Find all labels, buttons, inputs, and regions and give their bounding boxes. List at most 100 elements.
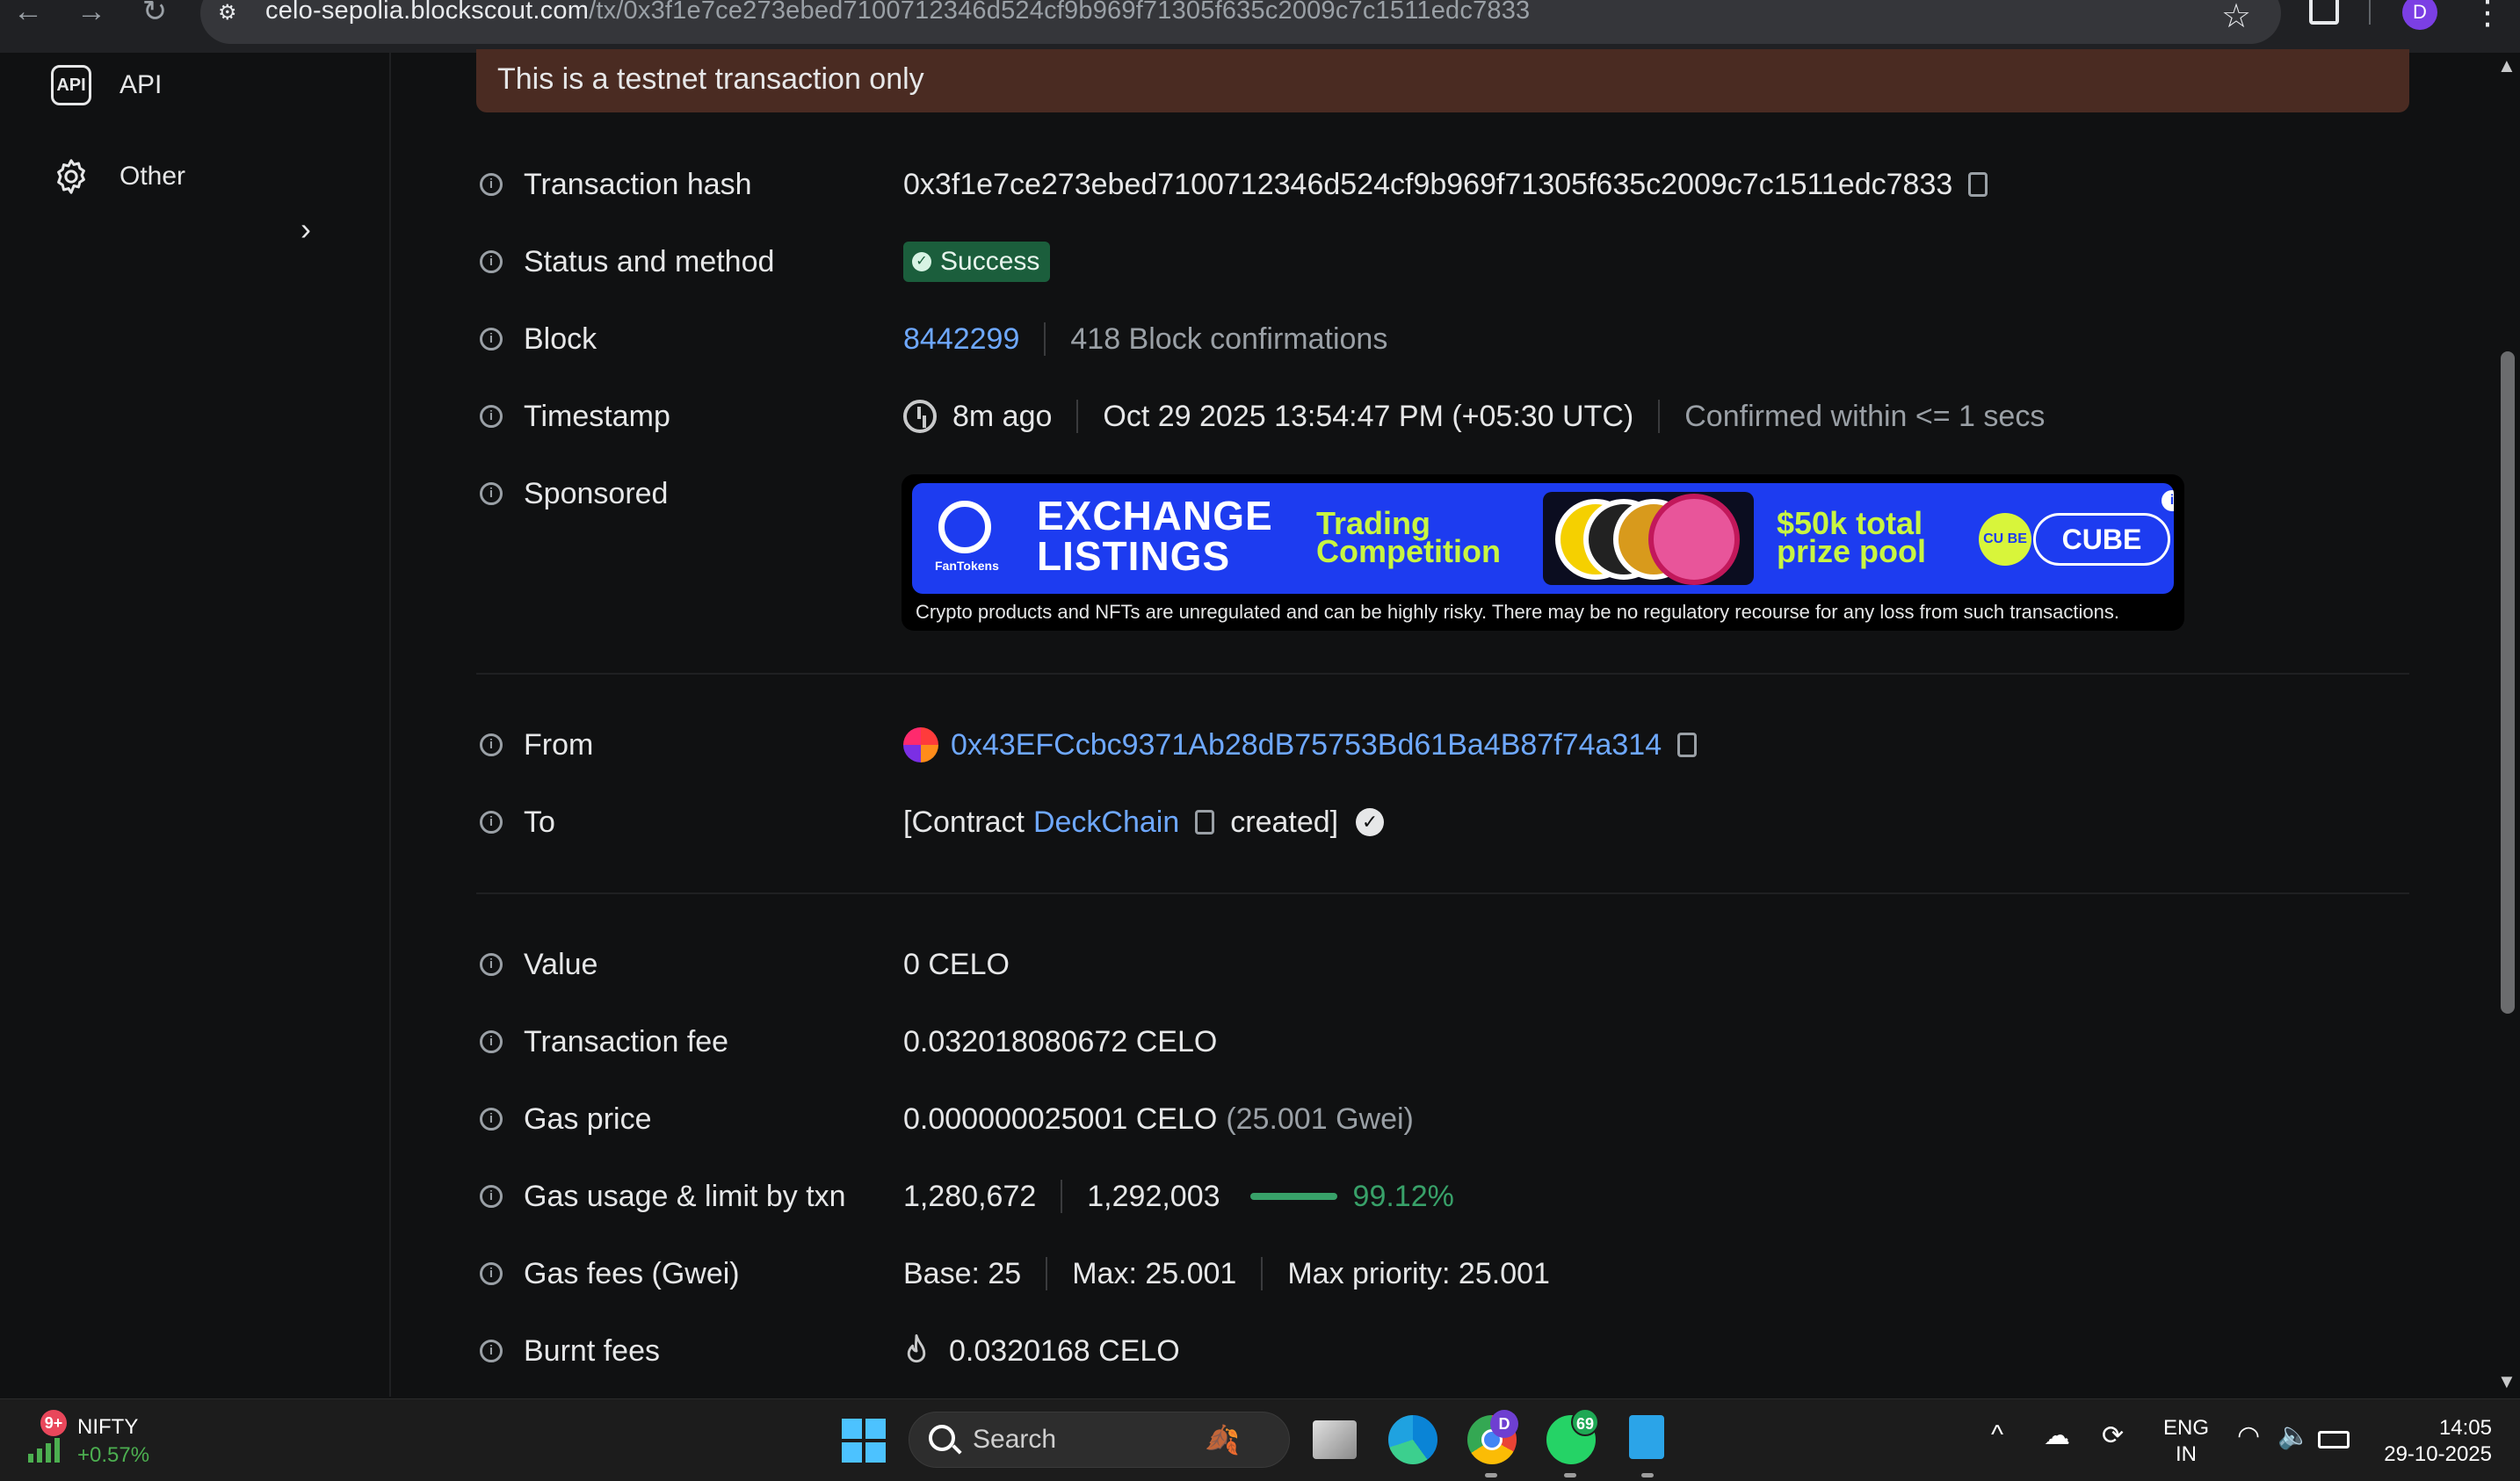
ad-sub-2: Competition xyxy=(1316,533,1501,569)
to-suffix: created] xyxy=(1230,805,1339,839)
nifty-name: NIFTY xyxy=(77,1415,139,1439)
clock-date: 29-10-2025 xyxy=(2384,1442,2492,1466)
ad-info-icon[interactable]: i xyxy=(2162,490,2174,511)
gas-price-value-wrap: 0.000000025001 CELO (25.001 Gwei) xyxy=(903,1094,1414,1144)
gas-fees-row: i Gas fees (Gwei) xyxy=(480,1249,740,1298)
url-domain: celo-sepolia.blockscout.com xyxy=(265,0,590,25)
block-number-link[interactable]: 8442299 xyxy=(903,322,1019,357)
fee-label: Transaction fee xyxy=(524,1024,729,1058)
profile-avatar[interactable]: D xyxy=(2402,0,2437,30)
copy-icon[interactable] xyxy=(1968,172,1988,197)
copy-icon[interactable] xyxy=(1195,810,1215,834)
gas-fee-priority: Max priority: 25.001 xyxy=(1287,1256,1550,1290)
edge-icon[interactable] xyxy=(1388,1415,1437,1464)
notification-badge: 9+ xyxy=(40,1410,67,1436)
cube-button[interactable]: CUBE xyxy=(2033,513,2170,566)
site-settings-icon[interactable]: ⚙ xyxy=(218,0,244,25)
info-icon[interactable]: i xyxy=(480,1340,503,1362)
scroll-down-icon[interactable]: ▼ xyxy=(2497,1370,2516,1393)
browser-toolbar: ← → ↻ ⚙ celo-sepolia.blockscout.com/tx/0… xyxy=(0,0,2520,53)
info-icon[interactable]: i xyxy=(480,1030,503,1053)
info-icon[interactable]: i xyxy=(480,250,503,273)
browser-menu-icon[interactable]: ⋮ xyxy=(2471,0,2504,33)
ad-prize-2: prize pool xyxy=(1777,533,1926,569)
to-prefix: [Contract xyxy=(903,805,1025,839)
flame-icon xyxy=(907,1334,926,1363)
info-icon[interactable]: i xyxy=(480,953,503,976)
sponsored-label: Sponsored xyxy=(524,476,669,510)
forward-icon[interactable]: → xyxy=(70,0,112,26)
gas-fees-value-wrap: Base: 25 Max: 25.001 Max priority: 25.00… xyxy=(903,1249,1550,1298)
value-value: 0 CELO xyxy=(903,947,1010,981)
info-icon[interactable]: i xyxy=(480,1108,503,1131)
sync-icon[interactable]: ⟳ xyxy=(2102,1420,2124,1451)
onedrive-icon[interactable]: ☁ xyxy=(2044,1420,2070,1451)
ad-creative[interactable]: FanTokens EXCHANGE LISTINGS Trading Comp… xyxy=(912,483,2174,594)
info-icon[interactable]: i xyxy=(480,811,503,834)
timestamp-label: Timestamp xyxy=(524,399,670,433)
section-divider xyxy=(476,673,2409,675)
sponsored-row: i Sponsored xyxy=(480,469,668,518)
divider xyxy=(1076,400,1079,433)
tx-hash-row: i Transaction hash xyxy=(480,160,752,209)
api-icon: API xyxy=(51,65,91,105)
info-icon[interactable]: i xyxy=(480,328,503,350)
burnt-fees-value: 0.0320168 CELO xyxy=(949,1333,1180,1368)
value-row: i Value xyxy=(480,940,597,989)
volume-icon[interactable]: 🔈 xyxy=(2277,1420,2310,1451)
tray-overflow-icon[interactable]: ^ xyxy=(1991,1420,2003,1450)
clock-time: 14:05 xyxy=(2438,1416,2492,1440)
running-indicator xyxy=(1641,1473,1654,1477)
battery-icon[interactable] xyxy=(2318,1431,2350,1448)
search-highlight-icon: 🍂 xyxy=(1205,1424,1240,1456)
chevron-right-icon[interactable]: › xyxy=(301,211,311,248)
lang-1: ENG xyxy=(2163,1416,2210,1440)
notepad-icon[interactable] xyxy=(1629,1415,1664,1459)
gas-price-label: Gas price xyxy=(524,1102,652,1136)
sidebar: API API Other › xyxy=(0,53,391,1397)
sidebar-item-api[interactable]: API API xyxy=(51,63,162,107)
nifty-change: +0.57% xyxy=(77,1443,150,1467)
info-icon[interactable]: i xyxy=(480,482,503,505)
gas-price-row: i Gas price xyxy=(480,1094,652,1144)
sidebar-item-other[interactable]: Other xyxy=(51,155,185,199)
block-value-wrap: 8442299 418 Block confirmations xyxy=(903,314,1387,364)
info-icon[interactable]: i xyxy=(480,1185,503,1208)
wifi-icon[interactable]: ◠ xyxy=(2237,1420,2260,1451)
url-text[interactable]: celo-sepolia.blockscout.com/tx/0x3f1e7ce… xyxy=(265,0,1530,25)
task-view-icon[interactable] xyxy=(1313,1420,1357,1459)
lang-2: IN xyxy=(2176,1442,2197,1466)
language-indicator[interactable]: ENG IN xyxy=(2163,1415,2209,1468)
copy-icon[interactable] xyxy=(1677,733,1698,757)
verified-check-icon: ✓ xyxy=(1356,808,1385,836)
info-icon[interactable]: i xyxy=(480,1262,503,1285)
info-icon[interactable]: i xyxy=(480,733,503,756)
divider xyxy=(1658,400,1661,433)
info-icon[interactable]: i xyxy=(480,405,503,428)
gas-price-gwei: (25.001 Gwei) xyxy=(1226,1102,1414,1136)
sponsored-ad-banner[interactable]: FanTokens EXCHANGE LISTINGS Trading Comp… xyxy=(902,474,2184,631)
contract-link[interactable]: DeckChain xyxy=(1033,806,1179,840)
bookmark-star-icon[interactable]: ☆ xyxy=(2221,0,2251,36)
tx-hash-value-wrap: 0x3f1e7ce273ebed7100712346d524cf9b969f71… xyxy=(903,160,1988,209)
taskbar-clock[interactable]: 14:05 29-10-2025 xyxy=(2378,1415,2492,1468)
back-icon[interactable]: ← xyxy=(7,0,49,26)
block-confirmations: 418 Block confirmations xyxy=(1070,321,1388,356)
extensions-icon[interactable] xyxy=(2309,0,2339,25)
scrollbar-thumb[interactable] xyxy=(2501,351,2515,1014)
from-label: From xyxy=(524,727,594,762)
sidebar-item-label: API xyxy=(119,70,163,99)
url-path: /tx/0x3f1e7ce273ebed7100712346d524cf9b96… xyxy=(589,0,1531,25)
scroll-up-icon[interactable]: ▲ xyxy=(2497,54,2516,77)
gear-icon xyxy=(57,159,85,194)
status-text: Success xyxy=(940,247,1040,276)
ad-subheadline: Trading Competition xyxy=(1316,508,1501,569)
windows-start-icon[interactable] xyxy=(842,1419,886,1463)
value-label: Value xyxy=(524,947,598,981)
reload-icon[interactable]: ↻ xyxy=(134,0,176,26)
running-indicator xyxy=(1485,1473,1497,1477)
from-address-link[interactable]: 0x43EFCcbc9371Ab28dB75753Bd61Ba4B87f74a3… xyxy=(951,728,1662,762)
info-icon[interactable]: i xyxy=(480,173,503,196)
address-avatar xyxy=(903,727,938,762)
taskbar-search[interactable]: Search 🍂 xyxy=(909,1412,1290,1468)
